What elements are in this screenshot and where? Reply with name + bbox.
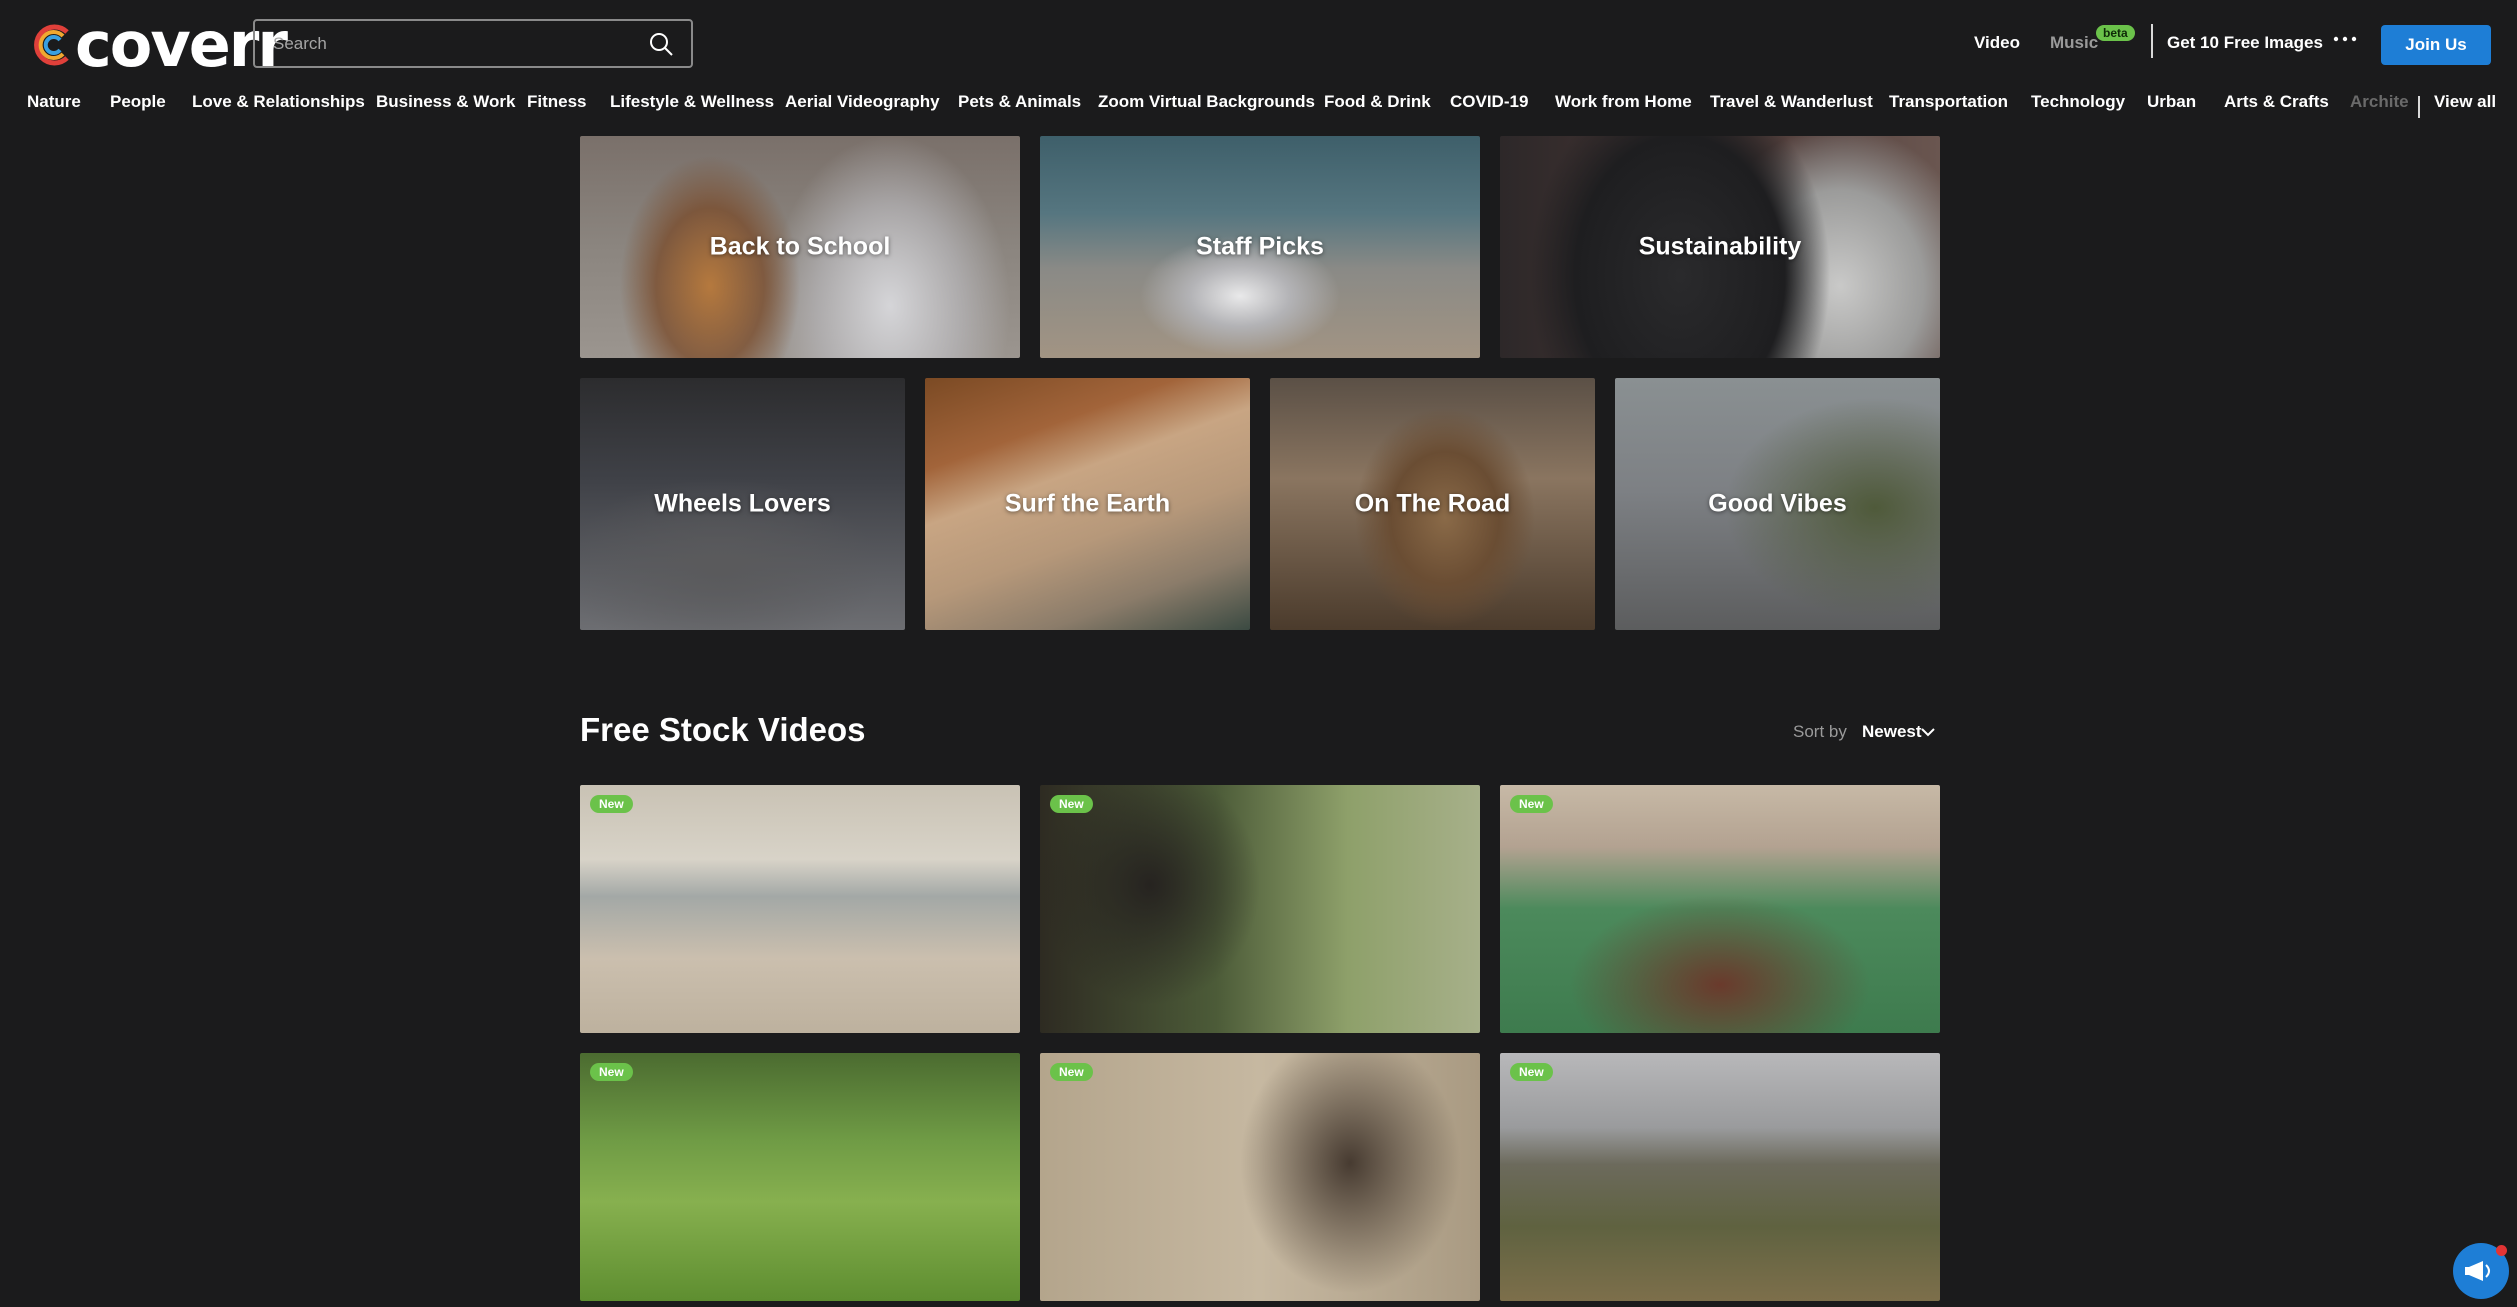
collection-tile-staff-picks[interactable]: Staff Picks	[1040, 136, 1480, 358]
new-badge: New	[1050, 795, 1093, 813]
category-pets-animals[interactable]: Pets & Animals	[958, 92, 1081, 112]
collection-tile-wheels-lovers[interactable]: Wheels Lovers	[580, 378, 905, 630]
category-people[interactable]: People	[110, 92, 166, 112]
category-work-from-home[interactable]: Work from Home	[1555, 92, 1692, 112]
coverr-logo[interactable]: coverr	[27, 12, 288, 78]
collection-label: Wheels Lovers	[654, 489, 831, 518]
video-card[interactable]: New	[580, 785, 1020, 1033]
view-all-link[interactable]: View all	[2434, 92, 2496, 112]
notification-dot	[2496, 1245, 2507, 1256]
collection-tile-on-the-road[interactable]: On The Road	[1270, 378, 1595, 630]
search-box[interactable]	[253, 19, 693, 68]
new-badge: New	[1510, 1063, 1553, 1081]
category-zoom-backgrounds[interactable]: Zoom Virtual Backgrounds	[1098, 92, 1315, 112]
video-card[interactable]: New	[580, 1053, 1020, 1301]
category-arts-crafts[interactable]: Arts & Crafts	[2224, 92, 2329, 112]
collection-tile-sustainability[interactable]: Sustainability	[1500, 136, 1940, 358]
category-architecture-partial[interactable]: Archite	[2350, 92, 2409, 112]
collection-tile-good-vibes[interactable]: Good Vibes	[1615, 378, 1940, 630]
more-dots-icon[interactable]	[2333, 33, 2357, 45]
category-business-work[interactable]: Business & Work	[376, 92, 516, 112]
beta-badge: beta	[2096, 25, 2135, 41]
nav-music-link[interactable]: Music	[2050, 33, 2098, 53]
video-card[interactable]: New	[1040, 1053, 1480, 1301]
logo-rainbow-icon	[34, 24, 69, 66]
video-card[interactable]: New	[1040, 785, 1480, 1033]
new-badge: New	[590, 1063, 633, 1081]
search-icon[interactable]	[647, 30, 675, 58]
category-travel-wanderlust[interactable]: Travel & Wanderlust	[1710, 92, 1873, 112]
sort-dropdown[interactable]: Newest	[1862, 722, 1922, 742]
category-divider	[2418, 96, 2420, 118]
new-badge: New	[590, 795, 633, 813]
search-input[interactable]	[271, 32, 647, 55]
chevron-down-icon[interactable]	[1921, 728, 1935, 737]
sort-label: Sort by	[1793, 722, 1847, 741]
category-covid-19[interactable]: COVID-19	[1450, 92, 1528, 112]
category-aerial-videography[interactable]: Aerial Videography	[785, 92, 940, 112]
site-header: coverr Video Music beta Get 10 Free Imag…	[0, 0, 2517, 136]
new-badge: New	[1050, 1063, 1093, 1081]
category-nature[interactable]: Nature	[27, 92, 81, 112]
category-transportation[interactable]: Transportation	[1889, 92, 2008, 112]
category-fitness[interactable]: Fitness	[527, 92, 587, 112]
collection-label: Staff Picks	[1196, 232, 1324, 261]
category-urban[interactable]: Urban	[2147, 92, 2196, 112]
category-technology[interactable]: Technology	[2031, 92, 2125, 112]
category-food-drink[interactable]: Food & Drink	[1324, 92, 1431, 112]
collection-tile-surf-the-earth[interactable]: Surf the Earth	[925, 378, 1250, 630]
category-lifestyle-wellness[interactable]: Lifestyle & Wellness	[610, 92, 774, 112]
collection-label: Good Vibes	[1708, 489, 1847, 518]
collection-label: On The Road	[1354, 489, 1511, 518]
free-images-link[interactable]: Get 10 Free Images	[2167, 33, 2323, 53]
collection-label: Surf the Earth	[1004, 489, 1171, 518]
new-badge: New	[1510, 795, 1553, 813]
join-us-button[interactable]: Join Us	[2381, 25, 2491, 65]
collection-label: Back to School	[709, 232, 891, 261]
category-bar: Nature People Love & Relationships Busin…	[0, 92, 2517, 122]
category-love-relationships[interactable]: Love & Relationships	[192, 92, 365, 112]
video-card[interactable]: New	[1500, 1053, 1940, 1301]
collection-tile-back-to-school[interactable]: Back to School	[580, 136, 1020, 358]
chat-button[interactable]	[2453, 1243, 2509, 1299]
collection-label: Sustainability	[1638, 232, 1802, 261]
section-title: Free Stock Videos	[580, 711, 866, 748]
nav-divider	[2151, 24, 2153, 58]
nav-video-link[interactable]: Video	[1974, 33, 2020, 53]
video-card[interactable]: New	[1500, 785, 1940, 1033]
